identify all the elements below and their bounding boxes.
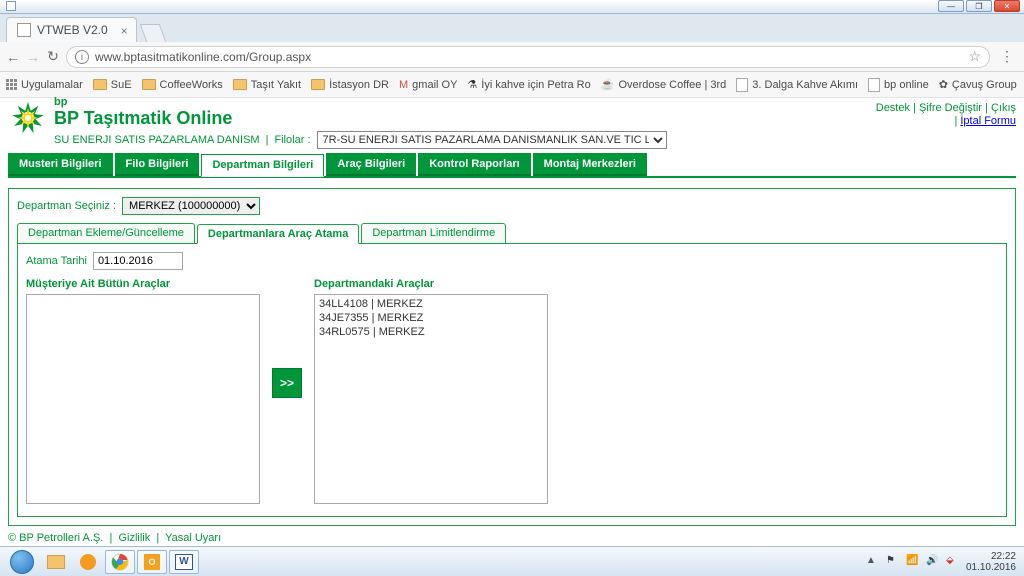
bookmark-item[interactable]: bp online bbox=[868, 78, 929, 92]
right-list-label: Departmandaki Araçlar bbox=[314, 278, 548, 290]
bookmark-item[interactable]: Mgmail OY bbox=[399, 79, 457, 91]
folder-icon bbox=[311, 79, 325, 90]
page-icon bbox=[736, 78, 748, 92]
nav-item[interactable]: Montaj Merkezleri bbox=[533, 153, 647, 176]
bm-label: Uygulamalar bbox=[21, 79, 83, 91]
bookmark-item[interactable]: ✿Çavuş Group bbox=[939, 78, 1017, 91]
subtitle: SU ENERJI SATIS PAZARLAMA DANISM bbox=[54, 134, 260, 146]
bookmark-item[interactable]: İstasyon DR bbox=[311, 79, 389, 91]
start-button[interactable] bbox=[4, 549, 40, 575]
list-item[interactable]: 34LL4108 | MERKEZ bbox=[317, 297, 545, 311]
tab-close-icon[interactable]: × bbox=[121, 24, 128, 38]
left-listbox[interactable] bbox=[26, 294, 260, 504]
tab-title: VTWEB V2.0 bbox=[37, 23, 108, 37]
tray-batt-icon[interactable]: ⬙ bbox=[946, 555, 960, 569]
taskbar-media-icon[interactable] bbox=[73, 550, 103, 574]
tray-vol-icon[interactable]: 🔊 bbox=[926, 555, 940, 569]
link-yasal[interactable]: Yasal Uyarı bbox=[165, 532, 221, 544]
page-icon bbox=[868, 78, 880, 92]
dept-select[interactable]: MERKEZ (100000000) bbox=[122, 197, 260, 215]
url-text: www.bptasitmatikonline.com/Group.aspx bbox=[95, 50, 311, 64]
nav-item[interactable]: Filo Bilgileri bbox=[115, 153, 200, 176]
main-nav: Musteri BilgileriFilo BilgileriDepartman… bbox=[8, 153, 1016, 176]
page-icon bbox=[17, 23, 31, 37]
page-title: BP Taşıtmatik Online bbox=[54, 108, 890, 129]
bp-small: bp bbox=[54, 96, 890, 108]
win-min-button[interactable]: — bbox=[938, 0, 964, 12]
taskbar-explorer-icon[interactable] bbox=[41, 550, 71, 574]
sub-tab[interactable]: Departman Limitlendirme bbox=[361, 223, 506, 243]
sys-icon bbox=[6, 1, 16, 11]
folder-icon bbox=[142, 79, 156, 90]
win-max-button[interactable]: ❐ bbox=[966, 0, 992, 12]
right-listbox[interactable]: 34LL4108 | MERKEZ34JE7355 | MERKEZ34RL05… bbox=[314, 294, 548, 504]
chrome-menu-icon[interactable]: ⋮ bbox=[996, 48, 1018, 65]
taskbar-word-icon[interactable]: W bbox=[169, 550, 199, 574]
link-gizlilik[interactable]: Gizlilik bbox=[118, 532, 150, 544]
transfer-button[interactable]: >> bbox=[272, 368, 302, 398]
browser-tab[interactable]: VTWEB V2.0 × bbox=[6, 17, 137, 42]
reload-button[interactable]: ↻ bbox=[46, 48, 60, 65]
taskbar-outlook-icon[interactable]: O bbox=[137, 550, 167, 574]
link-iptal-formu[interactable]: İptal Formu bbox=[960, 115, 1016, 127]
apps-button[interactable]: Uygulamalar bbox=[6, 79, 83, 91]
list-item[interactable]: 34RL0575 | MERKEZ bbox=[317, 325, 545, 339]
dept-label: Departman Seçiniz : bbox=[17, 200, 116, 212]
date-label: Atama Tarihi bbox=[26, 255, 87, 267]
nav-item[interactable]: Musteri Bilgileri bbox=[8, 153, 113, 176]
new-tab-button[interactable] bbox=[139, 24, 166, 42]
folder-icon bbox=[233, 79, 247, 90]
sub-tab[interactable]: Departmanlara Araç Atama bbox=[197, 224, 359, 244]
tray-clock[interactable]: 22:22 01.10.2016 bbox=[966, 551, 1016, 573]
tray-flag-icon[interactable]: ⚑ bbox=[886, 555, 900, 569]
win-close-button[interactable]: ✕ bbox=[994, 0, 1020, 12]
folder-icon bbox=[93, 79, 107, 90]
apps-grid-icon bbox=[6, 79, 17, 90]
address-bar[interactable]: i www.bptasitmatikonline.com/Group.aspx … bbox=[66, 46, 990, 68]
filolar-label: Filolar : bbox=[274, 134, 310, 146]
tray-up-icon[interactable]: ▲ bbox=[866, 555, 880, 569]
bookmark-item[interactable]: SuE bbox=[93, 79, 132, 91]
left-list-label: Müşteriye Ait Bütün Araçlar bbox=[26, 278, 260, 290]
date-input[interactable] bbox=[93, 252, 183, 270]
sub-tabs: Departman Ekleme/GüncellemeDepartmanlara… bbox=[17, 223, 1007, 244]
nav-item[interactable]: Kontrol Raporları bbox=[418, 153, 530, 176]
tray-net-icon[interactable]: 📶 bbox=[906, 555, 920, 569]
nav-item[interactable]: Departman Bilgileri bbox=[201, 154, 324, 177]
site-info-icon[interactable]: i bbox=[75, 50, 89, 64]
bp-logo bbox=[8, 96, 48, 136]
bookmark-item[interactable]: CoffeeWorks bbox=[142, 79, 223, 91]
nav-item[interactable]: Araç Bilgileri bbox=[326, 153, 416, 176]
list-item[interactable]: 34JE7355 | MERKEZ bbox=[317, 311, 545, 325]
bookmark-item[interactable]: 3. Dalga Kahve Akımı bbox=[736, 78, 858, 92]
taskbar-chrome-icon[interactable] bbox=[105, 550, 135, 574]
forward-button[interactable]: → bbox=[26, 49, 40, 65]
footer-company: © BP Petrolleri A.Ş. bbox=[8, 532, 103, 544]
bookmark-item[interactable]: Taşıt Yakıt bbox=[233, 79, 301, 91]
back-button[interactable]: ← bbox=[6, 49, 20, 65]
bookmark-item[interactable]: ☕Overdose Coffee | 3rd bbox=[601, 78, 727, 91]
bookmark-item[interactable]: ⚗İyi kahve için Petra Ro bbox=[467, 78, 590, 91]
footer: © BP Petrolleri A.Ş. | Gizlilik | Yasal … bbox=[8, 532, 1016, 544]
bookmark-star-icon[interactable]: ☆ bbox=[968, 48, 981, 65]
branch-select[interactable]: 7R-SU ENERJI SATIS PAZARLAMA DANISMANLIK… bbox=[317, 131, 667, 149]
sub-tab[interactable]: Departman Ekleme/Güncelleme bbox=[17, 223, 195, 243]
